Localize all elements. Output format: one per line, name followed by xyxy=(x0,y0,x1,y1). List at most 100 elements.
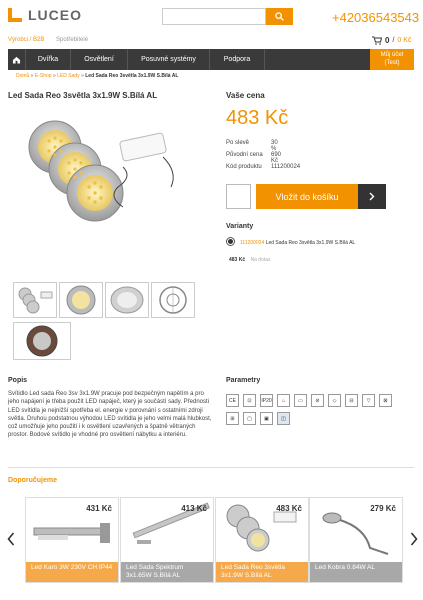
account-label: Můj účet xyxy=(380,52,404,58)
variant-title: Led Sada Reo 3světla 3x1.9W S.Bílá AL xyxy=(265,240,356,246)
no-dimming-icon: ⊘ xyxy=(311,394,324,407)
breadcrumb-current: Led Sada Reo 3světla 3x1.9W S.Bílá AL xyxy=(85,73,179,79)
variant-code: 111200024 xyxy=(240,240,265,246)
recommended-title: Doporučujeme xyxy=(8,477,58,484)
thumbnail-1[interactable] xyxy=(13,282,57,318)
description-text: Svítidlo Led sada Reo 3sv 3x1.9W pracuje… xyxy=(8,391,212,439)
variant-price: 483 Kč xyxy=(229,257,246,263)
spec-value: 690 Kč xyxy=(271,152,282,164)
card-price: 413 Kč xyxy=(181,504,207,513)
indoor-icon: ⌂ xyxy=(277,394,290,407)
spec-label: Kód produktu xyxy=(226,164,262,170)
cart-price: 0 Kč xyxy=(397,37,412,44)
spec-original-price: Původní cena 690 Kč xyxy=(226,152,281,164)
product-photo xyxy=(28,120,174,222)
logo[interactable]: LUCEO xyxy=(8,7,82,23)
thumbnail-2[interactable] xyxy=(59,282,103,318)
breadcrumb-separator: » xyxy=(52,73,56,79)
recommended-card-1[interactable]: 431 Kč Led Karo 3W 230V CH IP44 xyxy=(25,497,119,583)
breadcrumb-category[interactable]: LED Sady xyxy=(57,73,80,79)
safety-icon: ▣ xyxy=(260,412,273,425)
breadcrumb-home[interactable]: Domů xyxy=(16,73,29,79)
breadcrumb-separator: » xyxy=(30,73,34,79)
ce-icon: CE xyxy=(226,394,239,407)
product-main-image[interactable] xyxy=(13,107,193,267)
transformer-icon: ⊞ xyxy=(226,412,239,425)
add-to-cart-button[interactable]: Vložit do košíku xyxy=(256,184,358,209)
recommended-card-4[interactable]: 279 Kč Led Kobra 0.84W AL xyxy=(309,497,403,583)
breadcrumb: Domů » E-Shop » LED Sady » Led Sada Reo … xyxy=(16,73,178,79)
search-input[interactable] xyxy=(162,8,266,25)
card-price: 279 Kč xyxy=(370,504,396,513)
nav-item-dvirka[interactable]: Dvířka xyxy=(25,49,70,70)
home-icon xyxy=(12,56,21,64)
logo-text: LUCEO xyxy=(28,7,82,23)
account-button[interactable]: Můj účet (Test) xyxy=(370,49,414,70)
variant-price-row: 483 Kč Na dotaz xyxy=(229,257,271,263)
spec-product-code: Kód produktu 111200024 xyxy=(226,164,300,170)
spec-label: Původní cena xyxy=(226,152,263,158)
thumbnail-3[interactable] xyxy=(105,282,149,318)
thumbnail-5[interactable] xyxy=(13,322,71,360)
price-label: Vaše cena xyxy=(226,91,265,100)
card-name: Led Kobra 0.84W AL xyxy=(310,562,402,582)
main-nav: Dvířka Osvětlení Posuvné systémy Podpora… xyxy=(8,49,414,70)
subnav-b2b-link[interactable]: Výrobci / B2B xyxy=(8,37,44,43)
breadcrumb-eshop[interactable]: E-Shop xyxy=(35,73,52,79)
carousel-next-button[interactable] xyxy=(410,532,418,551)
variants-label: Varianty xyxy=(226,223,254,230)
card-name: Led Karo 3W 230V CH IP44 xyxy=(26,562,118,582)
account-user: (Test) xyxy=(384,60,400,66)
card-price: 483 Kč xyxy=(276,504,302,513)
chevron-right-icon xyxy=(410,532,418,546)
description-title: Popis xyxy=(8,377,28,384)
cart[interactable]: 0 / 0 Kč xyxy=(372,36,411,45)
product-price: 483 Kč xyxy=(226,107,289,129)
chevron-left-icon xyxy=(7,532,15,546)
nav-item-podpora[interactable]: Podpora xyxy=(209,49,265,70)
subnav-consumers-link[interactable]: Spotřebitelé xyxy=(56,37,88,43)
product-title: Led Sada Reo 3světla 3x1.9W S.Bílá AL xyxy=(8,91,158,100)
card-price: 431 Kč xyxy=(86,504,112,513)
furniture-icon: ▭ xyxy=(294,394,307,407)
spec-value: 30 % xyxy=(271,140,278,152)
add-to-cart-arrow-button[interactable] xyxy=(358,184,386,209)
logo-mark-icon xyxy=(8,8,26,22)
recommended-card-2[interactable]: 413 Kč Led Sada Spektrum 3x1.65W S.Bílá … xyxy=(120,497,214,583)
parameter-icons-row-2: ⊞ ▢ ▣ ◫ xyxy=(226,412,290,425)
carousel-prev-button[interactable] xyxy=(7,532,15,551)
breadcrumb-separator: » xyxy=(81,73,84,79)
protection-class-icon: ⊡ xyxy=(243,394,256,407)
ip20-icon: IP20 xyxy=(260,394,273,407)
phone-number[interactable]: +42036543543 xyxy=(332,10,419,25)
card-name: Led Sada Spektrum 3x1.65W S.Bílá AL xyxy=(121,562,213,582)
cart-count: 0 xyxy=(385,36,390,45)
parameter-icons-row-1: CE ⊡ IP20 ⌂ ▭ ⊘ ◇ ⊟ ▽ ⊠ xyxy=(226,394,392,407)
nav-item-posuvne-systemy[interactable]: Posuvné systémy xyxy=(127,49,209,70)
cart-separator: / xyxy=(392,37,395,44)
led-icon: ▢ xyxy=(243,412,256,425)
quantity-input[interactable] xyxy=(226,184,251,209)
home-button[interactable] xyxy=(8,49,25,70)
parameters-title: Parametry xyxy=(226,377,261,384)
mounting-icon: ◇ xyxy=(328,394,341,407)
search-icon xyxy=(275,12,284,21)
search-button[interactable] xyxy=(266,8,293,25)
power-supply-icon: ◫ xyxy=(277,412,290,425)
spec-value: 111200024 xyxy=(271,164,301,170)
recessed-icon: ⊟ xyxy=(345,394,358,407)
card-name: Led Sada Reo 3světla 3x1.9W S.Bílá AL xyxy=(216,562,308,582)
variant-name[interactable]: 111200024 Led Sada Reo 3světla 3x1.9W S.… xyxy=(240,240,355,246)
thumbnail-4[interactable] xyxy=(151,282,195,318)
chevron-right-icon xyxy=(369,192,375,201)
spec-label: Po slevě xyxy=(226,140,250,146)
nav-item-osvetleni[interactable]: Osvětlení xyxy=(70,49,127,70)
f-mark-icon: ▽ xyxy=(362,394,375,407)
variant-radio[interactable] xyxy=(226,237,235,246)
recommended-card-3[interactable]: 483 Kč Led Sada Reo 3světla 3x1.9W S.Bíl… xyxy=(215,497,309,583)
divider xyxy=(8,467,414,468)
spec-discount: Po slevě 30 % xyxy=(226,140,278,152)
subnav: Výrobci / B2B Spotřebitelé xyxy=(8,37,98,43)
disposal-icon: ⊠ xyxy=(379,394,392,407)
variant-stock: Na dotaz xyxy=(250,257,271,263)
